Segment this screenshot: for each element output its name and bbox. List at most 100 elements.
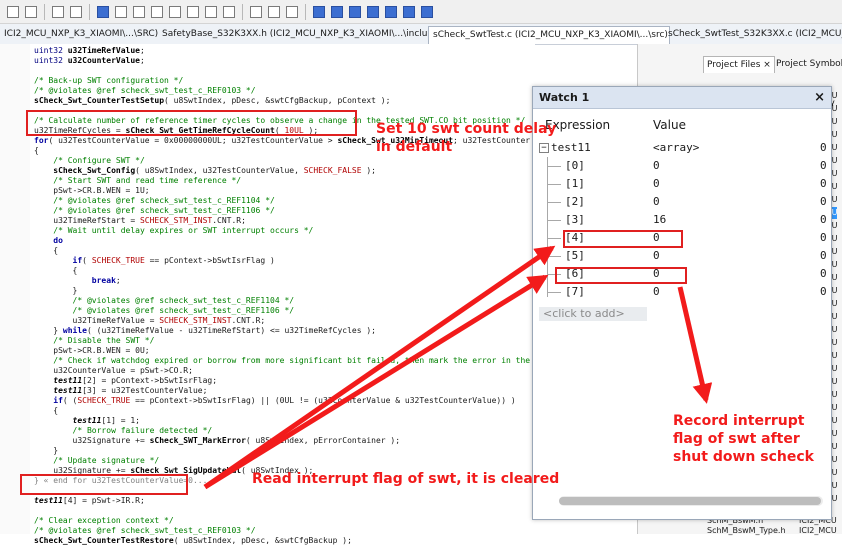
code-line[interactable]: break; — [0, 276, 535, 286]
toolbar-icon[interactable] — [313, 5, 325, 18]
toolbar-icon[interactable] — [403, 5, 415, 18]
toolbar-icon[interactable] — [286, 5, 298, 18]
code-line[interactable]: sCheck_Swt_CounterTestSetup( u8SwtIndex,… — [0, 96, 535, 106]
code-line[interactable]: if( (SCHECK_TRUE == pContext->bSwtIsrFla… — [0, 396, 535, 406]
editor-tab[interactable]: SafetyBase_S32K3XX.h (ICI2_MCU_NXP_K3_XI… — [158, 26, 428, 43]
code-token: pSwt->CR.B.WEN = 0U; — [34, 346, 150, 355]
code-line[interactable]: { — [0, 266, 535, 276]
toolbar-icon[interactable] — [367, 5, 379, 18]
horizontal-scrollbar[interactable] — [559, 496, 823, 506]
toolbar-icon[interactable] — [223, 5, 235, 18]
code-line[interactable]: /* Disable the SWT */ — [0, 336, 535, 346]
code-token: /* Wait until delay expires or SWT inter… — [34, 226, 314, 235]
code-token: break — [34, 276, 116, 285]
code-token: ( — [82, 256, 92, 265]
code-line[interactable]: pSwt->CR.B.WEN = 0U; — [0, 346, 535, 356]
code-line[interactable]: u32Signature += sCheck_SWT_MarkError( u8… — [0, 436, 535, 446]
toolbar-icon[interactable] — [250, 5, 262, 18]
watch-title-bar[interactable]: Watch 1 × — [533, 87, 831, 109]
tab-project-symbols[interactable]: Project Symbols — [773, 56, 842, 72]
code-line[interactable]: u32CounterValue = pSwt->CO.R; — [0, 366, 535, 376]
code-line[interactable]: uint32 u32TimeRefValue; — [0, 46, 535, 56]
annotation-set10: Set 10 swt count delay in default — [376, 121, 557, 155]
watch-row[interactable]: [5] 0 0 — [533, 247, 831, 265]
code-line[interactable]: uint32 u32CounterValue; — [0, 56, 535, 66]
code-line[interactable]: do — [0, 236, 535, 246]
code-line[interactable] — [0, 66, 535, 76]
code-line[interactable]: test11[3] = u32TestCounterValue; — [0, 386, 535, 396]
code-line[interactable]: /* @violates @ref scheck_swt_test_c_REF0… — [0, 86, 535, 96]
toolbar-icon[interactable] — [115, 5, 127, 18]
toolbar-icon[interactable] — [268, 5, 280, 18]
code-line[interactable]: /* Update signature */ — [0, 456, 535, 466]
code-token: == pContext->bSwtIsrFlag ) — [144, 256, 275, 265]
toolbar-icon[interactable] — [151, 5, 163, 18]
toolbar-icon[interactable] — [349, 5, 361, 18]
code-line[interactable]: /* Clear exception context */ — [0, 516, 535, 526]
code-line[interactable]: } — [0, 446, 535, 456]
code-line[interactable]: test11[4] = pSwt->IR.R; — [0, 496, 535, 506]
annotation-read-flag: Read interrupt flag of swt, it is cleare… — [252, 471, 560, 487]
add-watch-row[interactable]: <click to add> — [539, 307, 647, 321]
code-token: ( u32TestCounterValue = 0x00000000UL; u3… — [48, 136, 338, 145]
watch-expression: [5] — [565, 249, 585, 262]
toolbar-icon[interactable] — [187, 5, 199, 18]
code-line[interactable] — [0, 506, 535, 516]
toolbar-icon[interactable] — [25, 5, 37, 18]
tab-label: ICI2_MCU_NXP_K3_XIAOMI\...\SRC) — [4, 29, 159, 39]
code-line[interactable]: u32TimeRefStart = SCHECK_STM_INST.CNT.R; — [0, 216, 535, 226]
toolbar-icon[interactable] — [7, 5, 19, 18]
tab-project-files[interactable]: Project Files × — [703, 56, 775, 73]
toolbar-icon[interactable] — [52, 5, 64, 18]
code-line[interactable]: if( SCHECK_TRUE == pContext->bSwtIsrFlag… — [0, 256, 535, 266]
close-icon[interactable]: × — [814, 87, 825, 109]
toolbar-icon[interactable] — [169, 5, 181, 18]
code-line[interactable]: pSwt->CR.B.WEN = 1U; — [0, 186, 535, 196]
watch-type: 0 — [820, 141, 827, 154]
project-file-row[interactable]: SchM_BswM_Type.h ICI2_MCU — [707, 526, 842, 536]
watch-root-row[interactable]: − test11 <array> 0 — [533, 139, 831, 157]
col-value[interactable]: Value — [653, 113, 686, 137]
toolbar-icon[interactable] — [133, 5, 145, 18]
watch-row[interactable]: [0] 0 0 — [533, 157, 831, 175]
code-line[interactable]: /* @violates @ref scheck_swt_test_c_REF0… — [0, 526, 535, 536]
code-line[interactable]: } — [0, 286, 535, 296]
code-token: .CNT.R; — [212, 216, 246, 225]
editor-tab[interactable]: ICI2_MCU_NXP_K3_XIAOMI\...\SRC) — [0, 26, 160, 43]
editor-tab-active[interactable]: sCheck_SwtTest.c (ICI2_MCU_NXP_K3_XIAOMI… — [428, 26, 670, 44]
code-line[interactable]: { — [0, 246, 535, 256]
code-line[interactable]: /* @violates @ref scheck_swt_test_c_REF1… — [0, 306, 535, 316]
code-token: { — [34, 406, 59, 415]
code-line[interactable]: /* Check if watchdog expired or borrow f… — [0, 356, 535, 366]
code-line[interactable]: { — [0, 406, 535, 416]
code-line[interactable]: /* @violates @ref scheck_swt_test_c_REF1… — [0, 296, 535, 306]
watch-type: 0 — [820, 213, 827, 226]
code-line[interactable]: u32TimeRefValue = SCHECK_STM_INST.CNT.R; — [0, 316, 535, 326]
code-line[interactable]: /* Start SWT and read time reference */ — [0, 176, 535, 186]
toolbar-icon[interactable] — [97, 5, 109, 18]
code-line[interactable]: /* @violates @ref scheck_swt_test_c_REF1… — [0, 206, 535, 216]
toolbar-separator — [44, 3, 45, 20]
code-line[interactable]: sCheck_Swt_CounterTestRestore( u8SwtInde… — [0, 536, 535, 546]
code-line[interactable]: sCheck_Swt_Config( u8SwtIndex, u32TestCo… — [0, 166, 535, 176]
watch-row[interactable]: [2] 0 0 — [533, 193, 831, 211]
watch-row[interactable]: [7] 0 0 — [533, 283, 831, 301]
code-line[interactable]: /* Configure SWT */ — [0, 156, 535, 166]
watch-row[interactable]: [1] 0 0 — [533, 175, 831, 193]
toolbar-icon[interactable] — [331, 5, 343, 18]
code-line[interactable]: /* Back-up SWT configuration */ — [0, 76, 535, 86]
code-token: /* @violates @ref scheck_swt_test_c_REF0… — [34, 86, 256, 95]
watch-row[interactable]: [3] 16 0 — [533, 211, 831, 229]
code-line[interactable]: } while( (u32TimeRefValue - u32TimeRefSt… — [0, 326, 535, 336]
toolbar-icon[interactable] — [205, 5, 217, 18]
code-line[interactable]: /* Borrow failure detected */ — [0, 426, 535, 436]
toolbar-icon[interactable] — [421, 5, 433, 18]
code-line[interactable]: /* Wait until delay expires or SWT inter… — [0, 226, 535, 236]
code-line[interactable]: /* @violates @ref scheck_swt_test_c_REF1… — [0, 196, 535, 206]
scrollbar-thumb[interactable] — [559, 497, 821, 505]
editor-tab[interactable]: sCheck_SwtTest_S32K3XX.c (ICI2_MCU_NXP_K… — [664, 26, 842, 43]
code-line[interactable]: test11[2] = pContext->bSwtIsrFlag; — [0, 376, 535, 386]
code-line[interactable]: test11[1] = 1; — [0, 416, 535, 426]
toolbar-icon[interactable] — [385, 5, 397, 18]
toolbar-icon[interactable] — [70, 5, 82, 18]
